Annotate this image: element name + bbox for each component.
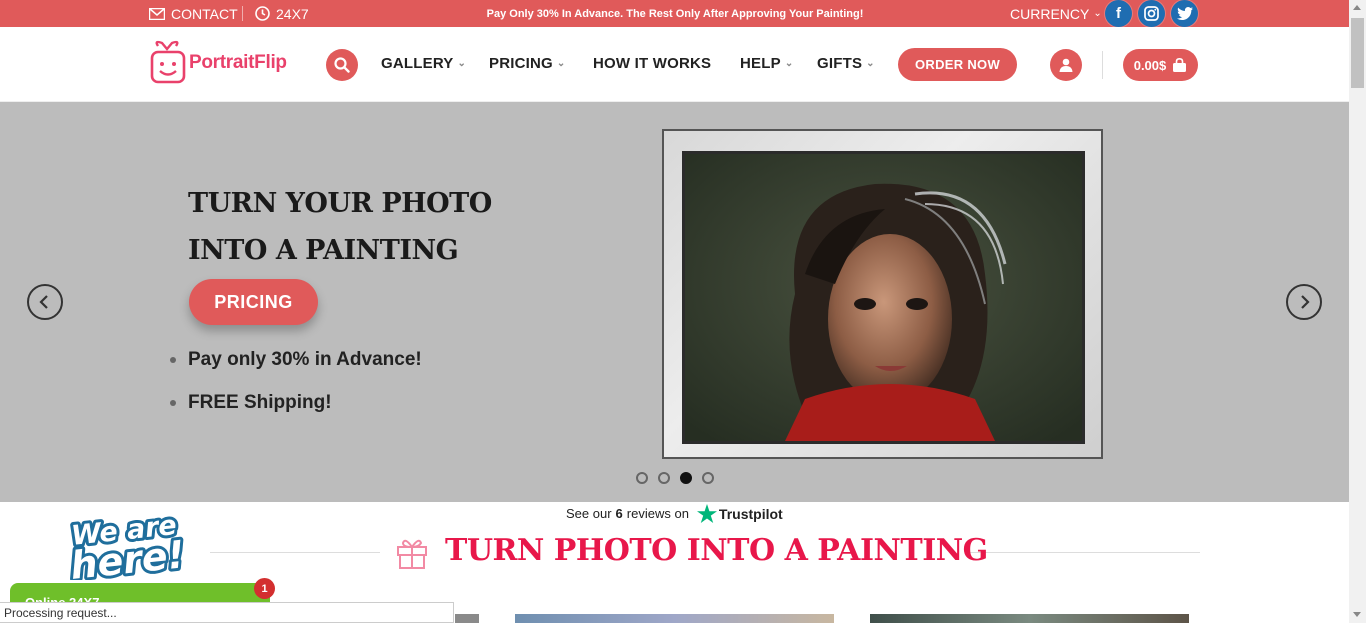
facebook-glyph: f xyxy=(1116,5,1121,22)
nav-gifts[interactable]: GIFTS ⌄ xyxy=(817,55,875,72)
hours-label: 24X7 xyxy=(276,5,309,22)
slider-dot[interactable] xyxy=(636,472,648,484)
chevron-right-icon xyxy=(1301,295,1310,309)
slider-prev-button[interactable] xyxy=(27,284,63,320)
hero-slider: TURN YOUR PHOTO INTO A PAINTING PRICING … xyxy=(0,102,1349,502)
nav-gifts-label: GIFTS xyxy=(817,55,863,72)
nav-help[interactable]: HELP ⌄ xyxy=(740,55,793,72)
chevron-left-icon xyxy=(39,295,48,309)
hero-title: TURN YOUR PHOTO INTO A PAINTING xyxy=(188,180,492,274)
cart-total: 0.00$ xyxy=(1133,57,1167,73)
chevron-down-icon: ⌄ xyxy=(556,58,566,69)
user-icon xyxy=(1059,58,1073,72)
hero-bullet-text: Pay only 30% in Advance! xyxy=(188,348,422,370)
section-line-left xyxy=(210,552,380,553)
slider-dot-active[interactable] xyxy=(680,472,692,484)
contact-label: CONTACT xyxy=(171,5,238,22)
chevron-down-icon: ⌄ xyxy=(457,58,467,69)
trustpilot-star-icon xyxy=(696,504,717,523)
slider-dot[interactable] xyxy=(658,472,670,484)
nav-pricing[interactable]: PRICING ⌄ xyxy=(489,55,566,72)
hero-pricing-button[interactable]: PRICING xyxy=(189,279,318,325)
bullet-dot xyxy=(170,399,176,406)
section-line-right xyxy=(970,552,1200,553)
section-title: TURN PHOTO INTO A PAINTING xyxy=(445,533,988,568)
chevron-down-icon: ⌄ xyxy=(784,58,794,69)
gallery-thumb[interactable] xyxy=(515,614,834,623)
order-now-button[interactable]: ORDER NOW xyxy=(898,48,1017,81)
clock-icon xyxy=(255,6,270,21)
twitter-icon[interactable] xyxy=(1171,0,1198,27)
nav-pricing-label: PRICING xyxy=(489,55,553,72)
envelope-icon xyxy=(149,7,165,20)
gift-icon xyxy=(395,535,429,574)
contact-link[interactable]: CONTACT xyxy=(149,0,238,27)
search-button[interactable] xyxy=(326,49,358,81)
reviews-prefix: See our xyxy=(566,506,612,521)
shopping-bag-icon xyxy=(1173,58,1187,72)
nav-gallery-label: GALLERY xyxy=(381,55,454,72)
chevron-down-icon: ⌄ xyxy=(866,58,875,69)
nav-help-label: HELP xyxy=(740,55,781,72)
logo-text: PortraitFlip xyxy=(189,52,287,73)
hero-title-line1: TURN YOUR PHOTO xyxy=(188,188,492,219)
account-button[interactable] xyxy=(1050,49,1082,81)
topbar-divider xyxy=(242,6,243,21)
slider-next-button[interactable] xyxy=(1286,284,1322,320)
nav-how-it-works[interactable]: HOW IT WORKS xyxy=(593,55,711,72)
main-header: PortraitFlip GALLERY ⌄ PRICING ⌄ HOW IT … xyxy=(0,27,1349,102)
currency-label: CURRENCY xyxy=(1010,5,1090,22)
nav-how-it-works-label: HOW IT WORKS xyxy=(593,55,712,72)
page: CONTACT 24X7 Pay Only 30% In Advance. Th… xyxy=(0,0,1366,623)
hero-bullet: Pay only 30% in Advance! xyxy=(170,338,422,381)
portrait-painting-image xyxy=(682,151,1085,444)
chat-notification-badge: 1 xyxy=(254,578,275,599)
chat-we-are-here-logo[interactable]: We are We are here! here! xyxy=(65,507,213,591)
cart-button[interactable]: 0.00$ xyxy=(1123,49,1198,81)
currency-dropdown[interactable]: CURRENCY ⌄ xyxy=(1010,0,1102,27)
scroll-thumb[interactable] xyxy=(1351,18,1364,88)
top-bar: CONTACT 24X7 Pay Only 30% In Advance. Th… xyxy=(0,0,1349,27)
trustpilot-widget[interactable]: See our 6 reviews on Trustpilot xyxy=(566,504,783,523)
header-divider xyxy=(1102,51,1103,79)
slider-dot[interactable] xyxy=(702,472,714,484)
nav-gallery[interactable]: GALLERY ⌄ xyxy=(381,55,466,72)
hero-title-line2: INTO A PAINTING xyxy=(188,235,459,266)
reviews-suffix: reviews on xyxy=(626,506,689,521)
logo-icon xyxy=(150,40,186,84)
page-scrollbar[interactable] xyxy=(1349,0,1366,623)
browser-status-bar: Processing request... xyxy=(0,602,454,623)
gallery-thumb[interactable] xyxy=(455,614,479,623)
slider-pagination xyxy=(636,472,714,484)
reviews-count: 6 xyxy=(615,506,623,521)
facebook-icon[interactable]: f xyxy=(1105,0,1132,27)
instagram-icon[interactable] xyxy=(1138,0,1165,27)
bullet-dot xyxy=(170,356,176,363)
scroll-down-arrow-icon[interactable] xyxy=(1353,612,1361,617)
gallery-thumb[interactable] xyxy=(870,614,1189,623)
trustpilot-label: Trustpilot xyxy=(718,505,783,522)
promo-text: Pay Only 30% In Advance. The Rest Only A… xyxy=(486,7,864,20)
search-icon xyxy=(334,57,350,73)
hero-bullets: Pay only 30% in Advance! FREE Shipping! xyxy=(170,338,422,424)
portrait-frame xyxy=(662,129,1103,459)
site-logo[interactable]: PortraitFlip xyxy=(150,40,287,86)
scroll-up-arrow-icon[interactable] xyxy=(1353,5,1361,10)
hero-bullet-text: FREE Shipping! xyxy=(188,391,332,413)
hero-bullet: FREE Shipping! xyxy=(170,381,422,424)
hours-link[interactable]: 24X7 xyxy=(255,0,309,27)
chevron-down-icon: ⌄ xyxy=(1093,8,1102,19)
